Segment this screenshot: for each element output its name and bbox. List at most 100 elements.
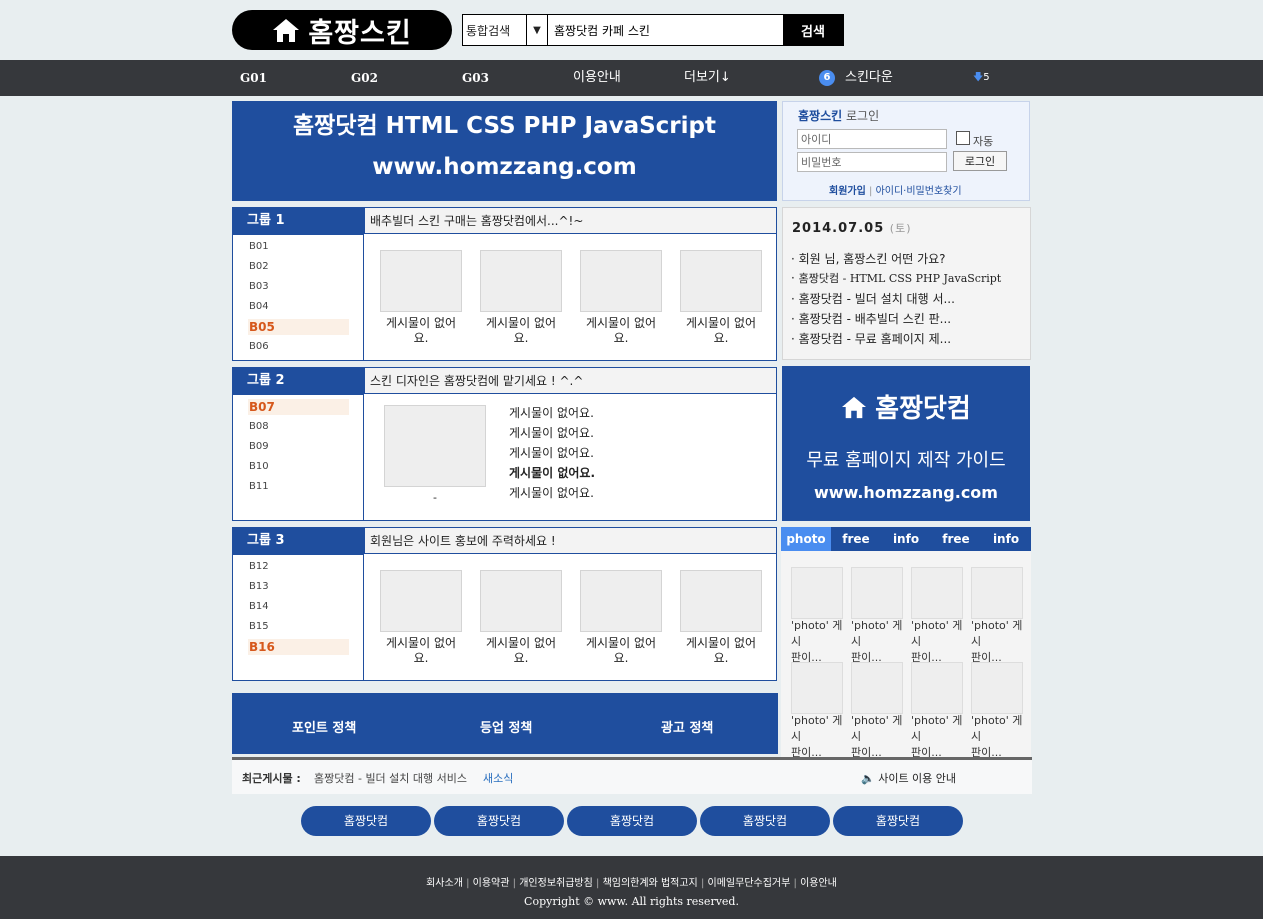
tab-free-2[interactable]: free	[931, 527, 981, 551]
photo-caption[interactable]: 'photo' 게시 판이...	[971, 618, 1023, 666]
board-link-b11[interactable]: B11	[248, 479, 349, 495]
post-thumbnail[interactable]	[680, 250, 762, 312]
board-link-b08[interactable]: B08	[248, 419, 349, 435]
post-caption[interactable]: 게시물이 없어요.	[680, 636, 762, 666]
post-caption[interactable]: 게시물이 없어요.	[380, 316, 462, 346]
post-thumbnail[interactable]	[580, 570, 662, 632]
board-link-b15[interactable]: B15	[248, 619, 349, 635]
photo-caption[interactable]: 'photo' 게시 판이...	[791, 713, 843, 761]
board-link-b04[interactable]: B04	[248, 299, 349, 315]
board-link-b09[interactable]: B09	[248, 439, 349, 455]
photo-caption[interactable]: 'photo' 게시 판이...	[971, 713, 1023, 761]
download-count[interactable]: 🡇5	[973, 60, 990, 96]
photo-thumbnail[interactable]	[791, 662, 843, 714]
group-title[interactable]: 그룹 1	[233, 208, 364, 234]
post-link[interactable]: 게시물이 없어요.	[509, 484, 595, 504]
footer-link-email-policy[interactable]: 이메일무단수집거부	[708, 878, 791, 889]
top-banner[interactable]: 홈짱닷컴 HTML CSS PHP JavaScript www.homzzan…	[232, 101, 777, 201]
photo-thumbnail[interactable]	[971, 662, 1023, 714]
photo-thumbnail[interactable]	[911, 567, 963, 619]
post-link[interactable]: 게시물이 없어요.	[509, 404, 595, 424]
side-banner[interactable]: 홈짱닷컴 무료 홈페이지 제작 가이드 www.homzzang.com	[782, 366, 1030, 521]
board-link-b12[interactable]: B12	[248, 559, 349, 575]
footer-link-terms[interactable]: 이용약관	[473, 878, 510, 889]
quick-link-button[interactable]: 홈짱닷컴	[301, 806, 431, 836]
recent-category-link[interactable]: 새소식	[483, 770, 513, 786]
photo-caption[interactable]: 'photo' 게시 판이...	[851, 618, 903, 666]
post-caption[interactable]: 게시물이 없어요.	[480, 636, 562, 666]
quick-link-button[interactable]: 홈짱닷컴	[567, 806, 697, 836]
post-link[interactable]: 게시물이 없어요.	[509, 464, 595, 484]
register-link[interactable]: 회원가입	[829, 186, 866, 197]
board-link-b16[interactable]: B16	[248, 639, 349, 655]
chevron-down-icon[interactable]: ▼	[527, 15, 548, 45]
post-link[interactable]: 게시물이 없어요.	[509, 424, 595, 444]
find-account-link[interactable]: 아이디·비밀번호찾기	[876, 186, 962, 197]
info-line[interactable]: · 홈짱닷컴 - 빌더 설치 대행 서...	[791, 290, 955, 307]
post-caption[interactable]: 게시물이 없어요.	[480, 316, 562, 346]
ad-policy-link[interactable]: 광고 정책	[661, 717, 713, 736]
group-title[interactable]: 그룹 3	[233, 528, 364, 554]
board-link-b10[interactable]: B10	[248, 459, 349, 475]
info-line[interactable]: · 회원 님, 홈짱스킨 어떤 가요?	[791, 250, 946, 267]
nav-item-skin-download[interactable]: 스킨다운	[845, 60, 893, 96]
photo-thumbnail[interactable]	[971, 567, 1023, 619]
info-line[interactable]: · 홈짱닷컴 - HTML CSS PHP JavaScript	[791, 270, 1001, 286]
photo-thumbnail[interactable]	[851, 567, 903, 619]
post-thumbnail[interactable]	[480, 250, 562, 312]
photo-thumbnail[interactable]	[911, 662, 963, 714]
footer-link-disclaimer[interactable]: 책임의한계와 법적고지	[603, 878, 698, 889]
auto-login-checkbox[interactable]	[956, 131, 970, 145]
post-thumbnail[interactable]	[384, 405, 486, 487]
photo-caption[interactable]: 'photo' 게시 판이...	[911, 713, 963, 761]
photo-caption[interactable]: 'photo' 게시 판이...	[791, 618, 843, 666]
post-link[interactable]: 게시물이 없어요.	[509, 444, 595, 464]
info-line[interactable]: · 홈짱닷컴 - 배추빌더 스킨 판...	[791, 310, 951, 327]
photo-caption[interactable]: 'photo' 게시 판이...	[851, 713, 903, 761]
tab-info-2[interactable]: info	[981, 527, 1031, 551]
user-id-input[interactable]: 아이디	[797, 129, 947, 149]
tab-photo[interactable]: photo	[781, 527, 831, 551]
site-logo[interactable]: 홈짱스킨	[232, 10, 452, 50]
post-thumbnail[interactable]	[380, 570, 462, 632]
quick-link-button[interactable]: 홈짱닷컴	[700, 806, 830, 836]
login-button[interactable]: 로그인	[953, 151, 1007, 171]
board-link-b13[interactable]: B13	[248, 579, 349, 595]
post-thumbnail[interactable]	[580, 250, 662, 312]
search-input[interactable]	[548, 15, 783, 45]
password-input[interactable]: 비밀번호	[797, 152, 947, 172]
level-policy-link[interactable]: 등업 정책	[480, 717, 532, 736]
footer-link-privacy[interactable]: 개인정보취급방침	[519, 878, 593, 889]
board-link-b14[interactable]: B14	[248, 599, 349, 615]
board-link-b05[interactable]: B05	[248, 319, 349, 335]
post-thumbnail[interactable]	[480, 570, 562, 632]
photo-thumbnail[interactable]	[791, 567, 843, 619]
tab-info[interactable]: info	[881, 527, 931, 551]
group-title[interactable]: 그룹 2	[233, 368, 364, 394]
nav-item-more[interactable]: 더보기↓	[684, 60, 731, 96]
post-thumbnail[interactable]	[380, 250, 462, 312]
quick-link-button[interactable]: 홈짱닷컴	[434, 806, 564, 836]
post-caption[interactable]: 게시물이 없어요.	[580, 316, 662, 346]
post-thumbnail[interactable]	[680, 570, 762, 632]
photo-thumbnail[interactable]	[851, 662, 903, 714]
photo-caption[interactable]: 'photo' 게시 판이...	[911, 618, 963, 666]
search-button[interactable]: 검색	[783, 15, 843, 45]
point-policy-link[interactable]: 포인트 정책	[292, 717, 356, 736]
nav-item-guide[interactable]: 이용안내	[573, 60, 621, 96]
footer-link-company[interactable]: 회사소개	[426, 878, 463, 889]
quick-link-button[interactable]: 홈짱닷컴	[833, 806, 963, 836]
recent-post-link[interactable]: 홈짱닷컴 - 빌더 설치 대행 서비스	[314, 770, 467, 786]
footer-link-guide[interactable]: 이용안내	[800, 878, 837, 889]
board-link-b07[interactable]: B07	[248, 399, 349, 415]
post-caption[interactable]: 게시물이 없어요.	[380, 636, 462, 666]
board-link-b03[interactable]: B03	[248, 279, 349, 295]
post-caption[interactable]: 게시물이 없어요.	[580, 636, 662, 666]
board-link-b01[interactable]: B01	[248, 239, 349, 255]
tab-free[interactable]: free	[831, 527, 881, 551]
board-link-b06[interactable]: B06	[248, 339, 349, 355]
search-scope-select[interactable]: 통합검색	[463, 15, 527, 45]
site-guide-link[interactable]: 🔈 사이트 이용 안내	[861, 770, 956, 786]
post-caption[interactable]: 게시물이 없어요.	[680, 316, 762, 346]
board-link-b02[interactable]: B02	[248, 259, 349, 275]
